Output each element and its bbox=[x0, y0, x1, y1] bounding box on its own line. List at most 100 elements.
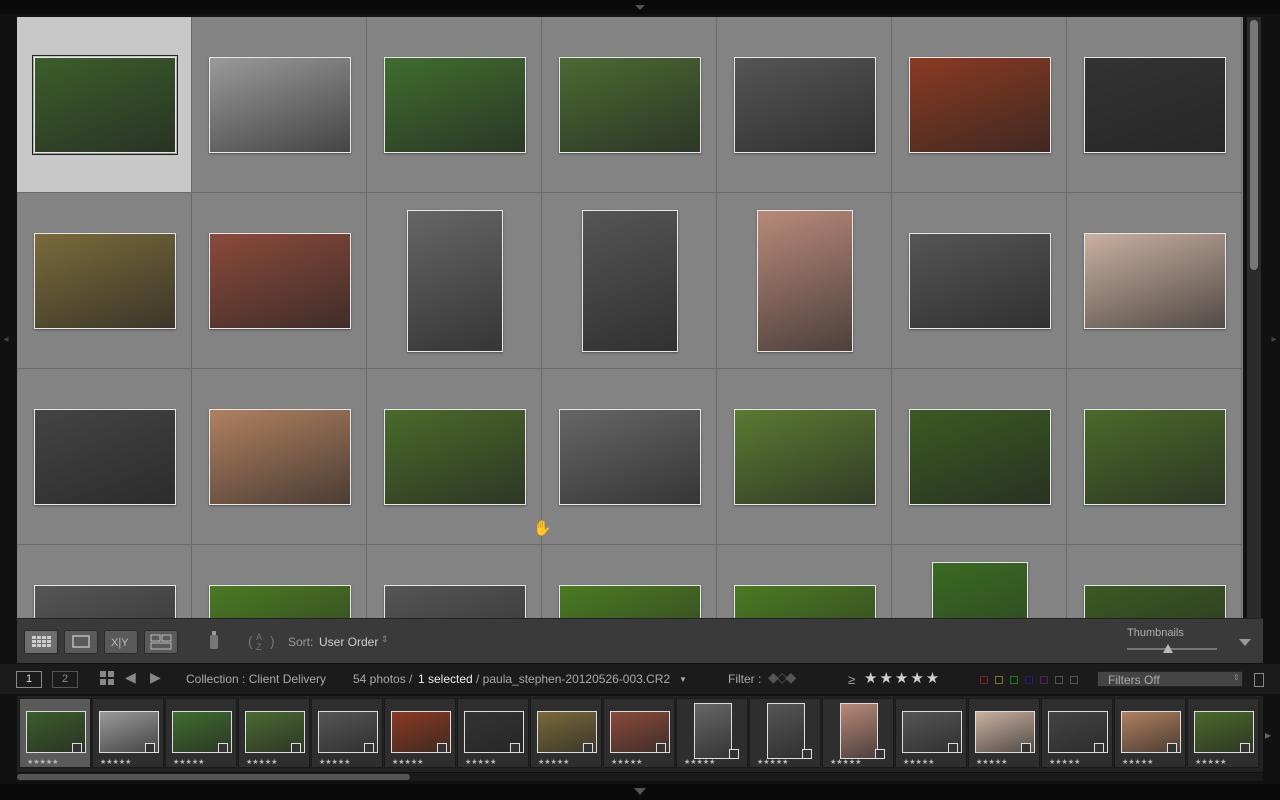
photo-thumbnail[interactable] bbox=[208, 233, 351, 329]
filmstrip-cell[interactable]: ★★★★★ bbox=[1041, 698, 1113, 768]
photo-thumbnail[interactable] bbox=[383, 57, 526, 153]
grid-cell[interactable] bbox=[892, 369, 1067, 545]
photo-thumbnail[interactable] bbox=[908, 409, 1051, 505]
monitor-2-button[interactable]: 2 bbox=[52, 671, 78, 688]
filmstrip-right-arrow-icon[interactable]: ▸ bbox=[1265, 728, 1271, 742]
grid-cell[interactable] bbox=[542, 545, 717, 618]
filters-preset-select[interactable]: Filters Off bbox=[1097, 671, 1243, 687]
filmstrip-cell[interactable]: ★★★★★ bbox=[311, 698, 383, 768]
bottom-panel-toggle[interactable] bbox=[0, 784, 1280, 800]
grid-small-icon[interactable] bbox=[100, 671, 114, 688]
filmstrip-cell[interactable]: ★★★★★ bbox=[895, 698, 967, 768]
sort-direction-icon[interactable]: (A Z) bbox=[248, 629, 280, 658]
collapse-bottom-icon[interactable] bbox=[634, 788, 646, 795]
grid-cell[interactable] bbox=[1067, 17, 1242, 193]
compare-view-button[interactable]: X|Y bbox=[104, 630, 138, 654]
filmstrip-cell[interactable]: ★★★★★ bbox=[676, 698, 748, 768]
photo-thumbnail[interactable] bbox=[406, 210, 503, 352]
color-label-filter[interactable] bbox=[980, 676, 988, 684]
collection-source[interactable]: Collection : Client Delivery bbox=[186, 672, 326, 686]
photo-thumbnail[interactable] bbox=[908, 233, 1051, 329]
grid-cell[interactable] bbox=[17, 17, 192, 193]
grid-cell[interactable] bbox=[717, 369, 892, 545]
photo-thumbnail[interactable] bbox=[208, 585, 351, 618]
grid-cell[interactable] bbox=[717, 545, 892, 618]
color-label-filter[interactable] bbox=[995, 676, 1003, 684]
left-panel-toggle-icon[interactable]: ◂ bbox=[2, 330, 10, 350]
rating-operator[interactable]: ≥ bbox=[848, 672, 855, 687]
grid-cell[interactable] bbox=[192, 545, 367, 618]
grid-cell[interactable] bbox=[542, 369, 717, 545]
filmstrip-cell[interactable]: ★★★★★ bbox=[384, 698, 456, 768]
grid-cell[interactable] bbox=[192, 17, 367, 193]
color-label-filter[interactable] bbox=[1025, 676, 1033, 684]
grid-cell[interactable] bbox=[542, 193, 717, 369]
grid-cell[interactable] bbox=[17, 545, 192, 618]
photo-thumbnail[interactable] bbox=[756, 210, 853, 352]
sort-arrows-icon[interactable]: ⇕ bbox=[381, 634, 389, 645]
grid-cell[interactable] bbox=[892, 545, 1067, 618]
filename-dropdown-icon[interactable]: ▼ bbox=[679, 675, 687, 684]
right-panel-toggle-icon[interactable]: ▸ bbox=[1270, 330, 1278, 350]
grid-scroll-thumb[interactable] bbox=[1250, 20, 1258, 270]
grid-cell[interactable] bbox=[1067, 193, 1242, 369]
photo-thumbnail[interactable] bbox=[383, 409, 526, 505]
filmstrip-cell[interactable]: ★★★★★ bbox=[457, 698, 529, 768]
grid-view-button[interactable] bbox=[24, 630, 58, 654]
grid-cell[interactable] bbox=[367, 17, 542, 193]
painter-spray-can-icon[interactable] bbox=[207, 629, 221, 656]
filmstrip[interactable]: ★★★★★ ★★★★★ ★★★★★ ★★★★★ ★★★★★ ★★★★★ ★★★★★ ★★★★★… bbox=[17, 696, 1263, 772]
filmstrip-cell[interactable]: ★★★★★ bbox=[165, 698, 237, 768]
grid-cell[interactable] bbox=[1067, 545, 1242, 618]
filmstrip-thumbnail[interactable] bbox=[767, 703, 805, 759]
filters-select-arrows-icon[interactable]: ⇕ bbox=[1233, 673, 1240, 682]
filmstrip-cell[interactable]: ★★★★★ bbox=[603, 698, 675, 768]
grid-cell[interactable] bbox=[717, 17, 892, 193]
grid-cell[interactable] bbox=[892, 17, 1067, 193]
flag-filter-icons[interactable]: ◆◇◆ bbox=[768, 669, 796, 686]
top-panel-toggle[interactable] bbox=[0, 0, 1280, 14]
color-label-filter[interactable] bbox=[1070, 676, 1078, 684]
color-label-filter[interactable] bbox=[1010, 676, 1018, 684]
filmstrip-cell[interactable]: ★★★★★ bbox=[530, 698, 602, 768]
filmstrip-cell[interactable]: ★★★★★ bbox=[822, 698, 894, 768]
grid-scrollbar[interactable] bbox=[1247, 17, 1261, 618]
filmstrip-cell[interactable]: ★★★★★ bbox=[749, 698, 821, 768]
filmstrip-cell[interactable]: ★★★★★ bbox=[1114, 698, 1186, 768]
photo-thumbnail[interactable] bbox=[733, 57, 876, 153]
grid-cell[interactable] bbox=[17, 369, 192, 545]
grid-cell[interactable] bbox=[1067, 369, 1242, 545]
survey-view-button[interactable] bbox=[144, 630, 178, 654]
filter-lock-icon[interactable] bbox=[1254, 673, 1264, 687]
color-label-filter[interactable] bbox=[1040, 676, 1048, 684]
loupe-view-button[interactable] bbox=[64, 630, 98, 654]
filmstrip-thumbnail[interactable] bbox=[840, 703, 878, 759]
filmstrip-cell[interactable]: ★★★★★ bbox=[92, 698, 164, 768]
collapse-top-icon[interactable] bbox=[635, 5, 645, 10]
photo-thumbnail[interactable] bbox=[1083, 233, 1226, 329]
grid-cell[interactable] bbox=[542, 17, 717, 193]
photo-thumbnail[interactable] bbox=[31, 55, 178, 155]
photo-thumbnail[interactable] bbox=[733, 585, 876, 618]
filmstrip-cell[interactable]: ★★★★★ bbox=[968, 698, 1040, 768]
sort-order-select[interactable]: User Order bbox=[319, 635, 378, 649]
photo-thumbnail[interactable] bbox=[208, 409, 351, 505]
next-arrow-icon[interactable]: ▶ bbox=[150, 669, 161, 686]
photo-thumbnail[interactable] bbox=[733, 409, 876, 505]
filmstrip-cell[interactable]: ★★★★★ bbox=[1187, 698, 1259, 768]
grid-cell[interactable] bbox=[367, 193, 542, 369]
photo-thumbnail[interactable] bbox=[581, 210, 678, 352]
previous-arrow-icon[interactable]: ◀ bbox=[125, 669, 136, 686]
photo-thumbnail[interactable] bbox=[931, 562, 1028, 618]
photo-thumbnail[interactable] bbox=[558, 585, 701, 618]
grid-cell[interactable] bbox=[717, 193, 892, 369]
grid-cell[interactable] bbox=[17, 193, 192, 369]
grid-cell[interactable] bbox=[367, 545, 542, 618]
photo-grid[interactable] bbox=[17, 17, 1243, 618]
filmstrip-cell[interactable]: ★★★★★ bbox=[238, 698, 310, 768]
grid-cell[interactable] bbox=[192, 369, 367, 545]
photo-thumbnail[interactable] bbox=[33, 409, 176, 505]
toolbar-menu-chevron-down-icon[interactable] bbox=[1239, 639, 1251, 646]
photo-thumbnail[interactable] bbox=[33, 585, 176, 618]
grid-cell[interactable] bbox=[367, 369, 542, 545]
